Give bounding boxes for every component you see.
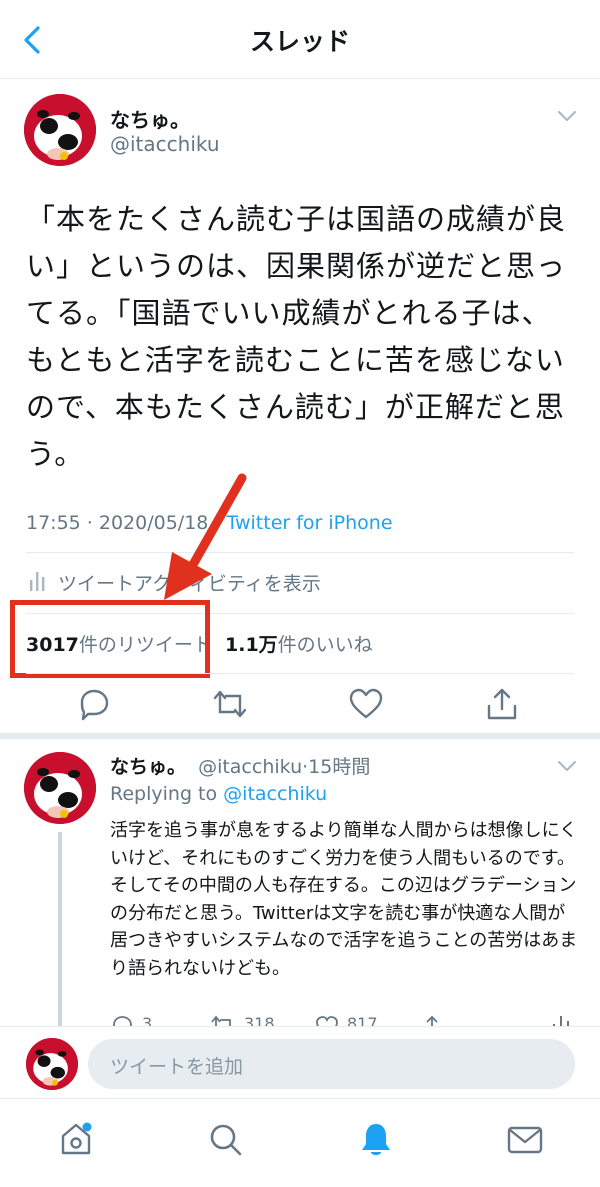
highlight-box xyxy=(10,600,210,678)
reply-like-button[interactable]: 817 xyxy=(315,1014,405,1026)
divider xyxy=(26,552,574,553)
analytics-icon xyxy=(30,572,45,591)
reply-retweet-button[interactable]: 318 xyxy=(210,1014,310,1026)
analytics-icon[interactable] xyxy=(550,1014,572,1026)
reply-header: なちゅ。 @itacchiku·15時間 xyxy=(110,752,370,779)
chevron-down-icon[interactable] xyxy=(556,758,578,774)
reply-reply-button[interactable]: 3 xyxy=(110,1014,200,1026)
reply-author-handle[interactable]: @itacchiku xyxy=(198,756,302,778)
page-title: スレッド xyxy=(249,27,350,56)
like-count: 1.1万 xyxy=(225,634,278,656)
divider xyxy=(0,1026,600,1027)
author-handle[interactable]: @itacchiku xyxy=(110,132,220,156)
navigation-bar: スレッド xyxy=(0,0,600,79)
retweet-icon[interactable] xyxy=(212,686,248,722)
reply-reply-count: 3 xyxy=(142,1014,153,1026)
like-count-link[interactable]: 1.1万件のいいね xyxy=(225,630,373,657)
thread-line xyxy=(58,832,62,1026)
retweet-icon xyxy=(211,1015,231,1026)
chevron-down-icon[interactable] xyxy=(556,108,578,124)
replying-to: Replying to @itacchiku xyxy=(110,783,327,805)
replying-to-label: Replying to xyxy=(110,783,218,805)
home-icon[interactable] xyxy=(58,1120,94,1158)
author-name[interactable]: なちゅ。 xyxy=(110,104,190,133)
reply-like-count: 817 xyxy=(347,1014,378,1026)
search-icon[interactable] xyxy=(208,1122,244,1158)
notifications-icon[interactable] xyxy=(358,1120,394,1160)
avatar[interactable] xyxy=(24,752,96,824)
replying-to-handle[interactable]: @itacchiku xyxy=(223,783,327,805)
reply-retweet-count: 318 xyxy=(244,1014,275,1026)
share-icon[interactable] xyxy=(420,1014,444,1026)
section-separator xyxy=(0,733,600,739)
reply-author-name[interactable]: なちゅ。 xyxy=(110,756,186,778)
reply-icon[interactable] xyxy=(76,686,112,722)
annotation-arrow xyxy=(164,473,247,600)
like-count-label: 件のいいね xyxy=(277,634,373,656)
tweet-text: 「本をたくさん読む子は国語の成績が良い」というのは、因果関係が逆だと思ってる。「… xyxy=(26,202,567,471)
reply-time: ·15時間 xyxy=(302,756,371,778)
reply-actions: 3 318 817 xyxy=(110,1014,580,1026)
like-icon xyxy=(316,1016,338,1026)
messages-icon[interactable] xyxy=(506,1124,544,1156)
avatar[interactable] xyxy=(26,1038,78,1090)
divider xyxy=(26,673,574,674)
reply-icon xyxy=(113,1016,132,1026)
reply-text: 活字を追う事が息をするより簡単な人間からは想像しにくいけど、それにものすごく労力… xyxy=(110,820,578,979)
avatar[interactable] xyxy=(24,94,96,166)
like-icon[interactable] xyxy=(348,686,384,722)
compose-placeholder: ツイートを追加 xyxy=(110,1056,244,1078)
share-icon[interactable] xyxy=(484,686,520,722)
